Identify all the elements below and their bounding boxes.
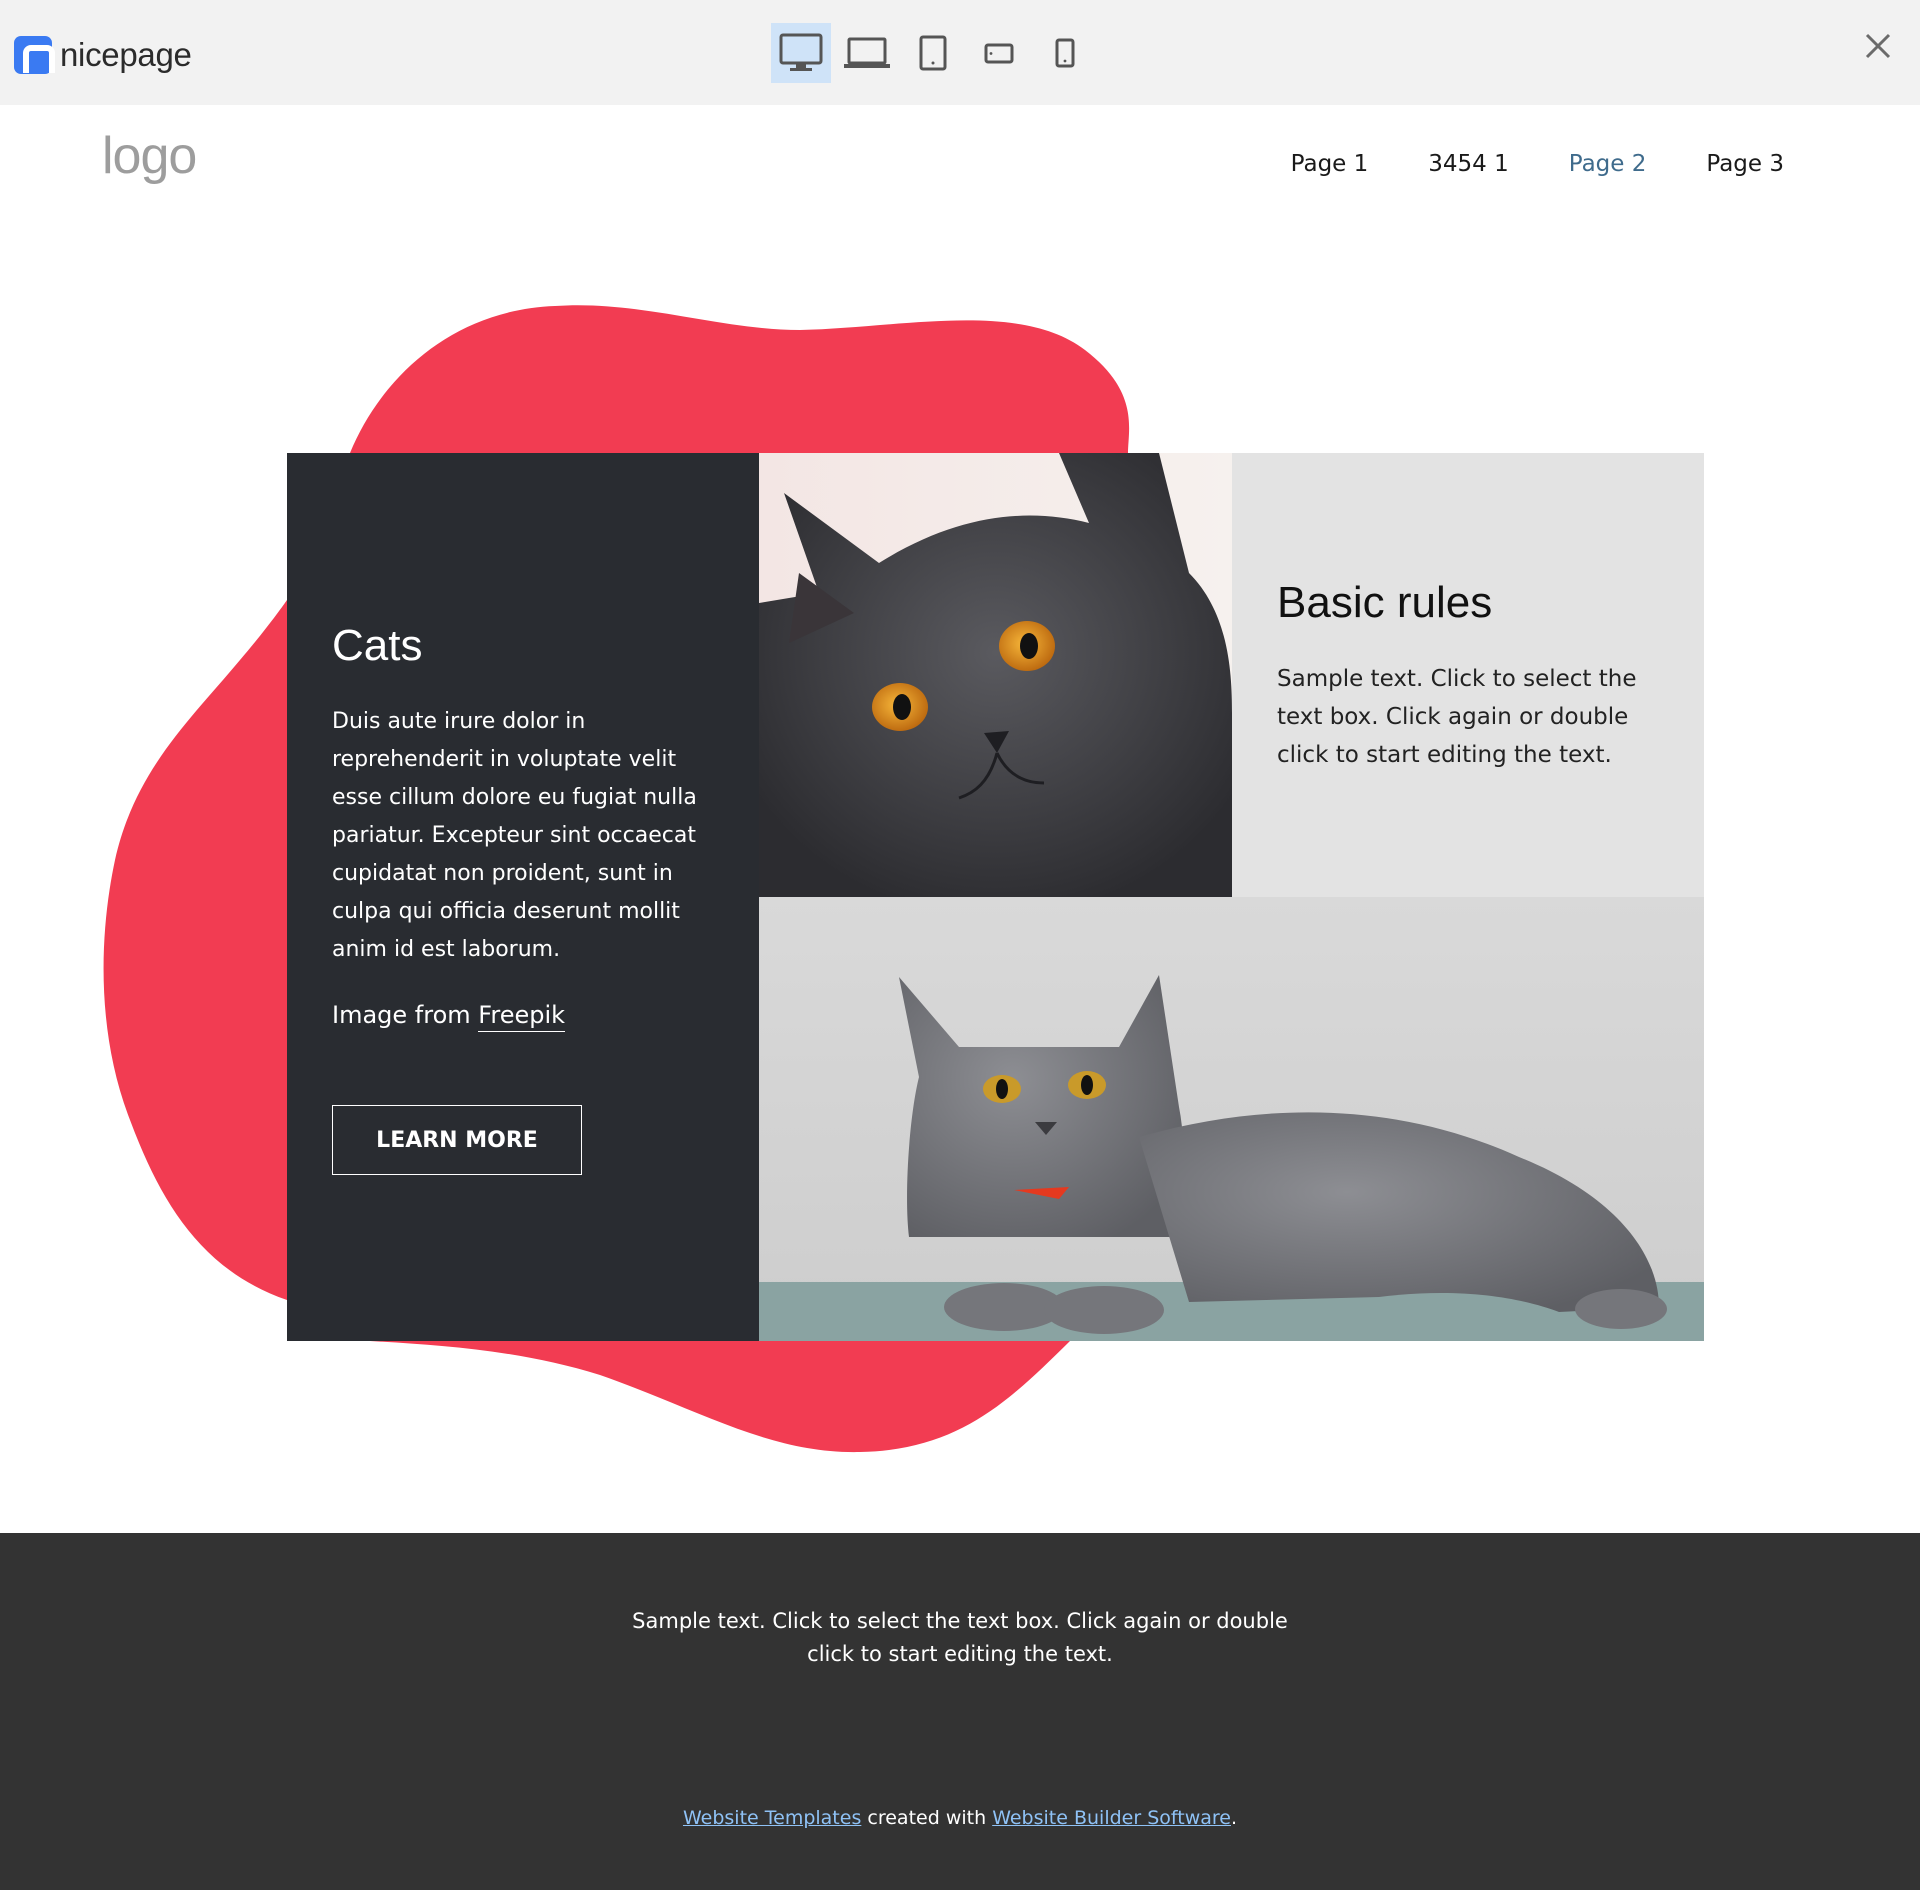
lying-cat-photo <box>759 897 1704 1341</box>
rules-text: Sample text. Click to select the text bo… <box>1277 666 1637 768</box>
footer-credits: Website Templates created with Website B… <box>0 1807 1920 1829</box>
website-templates-link[interactable]: Website Templates <box>683 1807 861 1829</box>
cat-face-photo <box>759 453 1232 897</box>
freepik-link[interactable]: Freepik <box>478 1001 566 1032</box>
image-credit-prefix: Image from <box>332 1001 471 1029</box>
footer-text-line-1: Sample text. Click to select the text bo… <box>632 1609 1288 1633</box>
site-footer: Sample text. Click to select the text bo… <box>0 1533 1920 1890</box>
learn-more-button[interactable]: LEARN MORE <box>332 1105 582 1175</box>
feature-title: Cats <box>332 621 423 670</box>
rules-card: Basic rules Sample text. Click to select… <box>1232 453 1704 897</box>
rules-title: Basic rules <box>1277 578 1493 627</box>
image-credit: Image from Freepik <box>332 1001 566 1032</box>
website-builder-link[interactable]: Website Builder Software <box>992 1807 1231 1829</box>
footer-text: Sample text. Click to select the text bo… <box>0 1605 1920 1671</box>
credits-middle-text: created with <box>867 1807 987 1829</box>
footer-text-line-2: click to start editing the text. <box>807 1642 1113 1666</box>
feature-card: Cats Duis aute irure dolor in reprehende… <box>287 453 759 1341</box>
credits-end-text: . <box>1230 1807 1238 1829</box>
feature-description: Duis aute irure dolor in reprehenderit i… <box>332 709 697 962</box>
